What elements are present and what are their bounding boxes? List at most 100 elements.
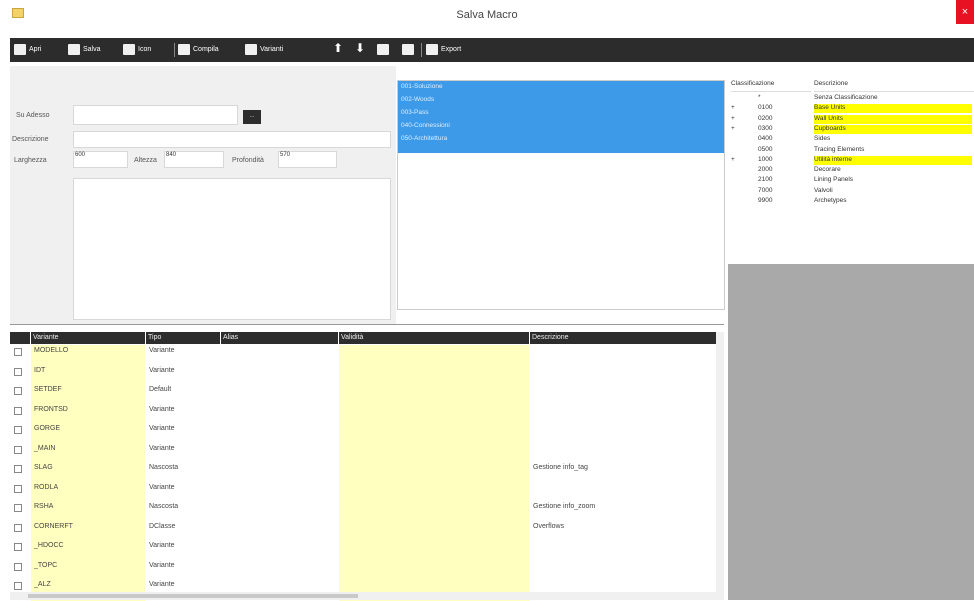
descrizione-header[interactable]: Descrizione	[530, 332, 716, 344]
table-cell-tipo[interactable]: Variante	[149, 542, 175, 549]
classification-code[interactable]: 2100	[758, 176, 772, 185]
variants-table[interactable]: Variante Tipo Alias Validità Descrizione…	[10, 324, 724, 601]
category-listbox[interactable]: 001-Soluzione 002-Woods 003-Pass 040-Con…	[397, 80, 725, 310]
compile-button[interactable]: Compila	[178, 42, 219, 58]
table-cell-tipo[interactable]: Variante	[149, 562, 175, 569]
row-checkbox[interactable]	[14, 445, 22, 454]
row-checkbox[interactable]	[14, 582, 22, 590]
variante-header[interactable]: Variante	[31, 332, 145, 344]
table-cell-variante[interactable]: _TOPC	[34, 562, 57, 569]
horizontal-scrollbar[interactable]	[10, 592, 724, 600]
table-cell-desc[interactable]: Gestione info_zoom	[533, 503, 595, 510]
row-checkbox[interactable]	[14, 426, 22, 434]
alias-header[interactable]: Alias	[221, 332, 338, 344]
row-checkbox[interactable]	[14, 484, 22, 493]
classification-code[interactable]: 0300	[758, 125, 772, 134]
table-cell-variante[interactable]: FRONTSD	[34, 406, 68, 413]
validita-header[interactable]: Validità	[339, 332, 529, 344]
row-checkbox[interactable]	[14, 348, 22, 356]
classification-description[interactable]: Cupboards	[814, 124, 972, 134]
table-cell-variante[interactable]: _HDOCC	[34, 542, 64, 549]
table-cell-tipo[interactable]: Variante	[149, 581, 175, 588]
table-cell-tipo[interactable]: Nascosta	[149, 503, 178, 510]
expand-icon[interactable]: +	[731, 125, 735, 134]
save-button[interactable]: Salva	[68, 42, 101, 58]
classification-header[interactable]: Classificazione	[731, 80, 811, 92]
table-cell-tipo[interactable]: Variante	[149, 445, 175, 452]
classification-code[interactable]: 9900	[758, 197, 772, 206]
table-cell-tipo[interactable]: Variante	[149, 425, 175, 432]
classification-description[interactable]: Decorare	[814, 166, 972, 175]
table-cell-variante[interactable]: _MAIN	[34, 445, 55, 452]
list-item[interactable]: 001-Soluzione	[401, 83, 443, 90]
table-cell-variante[interactable]: RODLA	[34, 484, 58, 491]
table-cell-desc[interactable]: Overflows	[533, 523, 564, 530]
tipo-header[interactable]: Tipo	[146, 332, 220, 344]
classification-code[interactable]: 7000	[758, 187, 772, 196]
classification-code[interactable]: 0100	[758, 104, 772, 113]
arrow-down-icon[interactable]: ⬇	[355, 41, 365, 55]
table-cell-tipo[interactable]: Variante	[149, 367, 175, 374]
table-cell-variante[interactable]: CORNERFT	[34, 523, 73, 530]
check-header[interactable]	[10, 332, 30, 344]
open-button[interactable]: Apri	[14, 42, 41, 58]
move-top-button[interactable]	[377, 42, 392, 58]
notes-textarea[interactable]	[73, 178, 391, 320]
classification-code[interactable]: 0500	[758, 146, 772, 155]
row-checkbox[interactable]	[14, 367, 22, 376]
list-item[interactable]: 002-Woods	[401, 96, 434, 103]
table-cell-tipo[interactable]: Variante	[149, 347, 175, 354]
browse-button[interactable]: ...	[243, 110, 261, 124]
expand-icon[interactable]: +	[731, 115, 735, 124]
table-cell-variante[interactable]: GORGE	[34, 425, 60, 432]
row-checkbox[interactable]	[14, 504, 22, 512]
classification-description[interactable]: Tracing Elements	[814, 146, 972, 155]
row-checkbox[interactable]	[14, 523, 22, 532]
expand-icon[interactable]: +	[731, 156, 735, 165]
classification-grid[interactable]: Classificazione Descrizione * Senza Class…	[728, 80, 974, 264]
classification-code[interactable]: 0200	[758, 115, 772, 124]
table-cell-variante[interactable]: SLAG	[34, 464, 53, 471]
table-cell-desc[interactable]: Gestione info_tag	[533, 464, 588, 471]
table-cell-tipo[interactable]: Nascosta	[149, 464, 178, 471]
row-checkbox[interactable]	[14, 543, 22, 551]
row-checkbox[interactable]	[14, 562, 22, 571]
classification-code[interactable]: 2000	[758, 166, 772, 175]
expand-icon[interactable]: +	[731, 104, 735, 113]
table-cell-tipo[interactable]: DClasse	[149, 523, 175, 530]
table-cell-tipo[interactable]: Default	[149, 386, 171, 393]
table-cell-variante[interactable]: RSHA	[34, 503, 53, 510]
row-checkbox[interactable]	[14, 406, 22, 415]
su-adesso-input[interactable]	[73, 105, 238, 125]
classification-description[interactable]: Utilità interne	[814, 155, 972, 165]
table-cell-variante[interactable]: IDT	[34, 367, 45, 374]
classification-description[interactable]: Senza Classificazione	[814, 94, 972, 103]
classification-description[interactable]: Base Units	[814, 104, 972, 114]
classification-description[interactable]: Wall Units	[814, 114, 972, 124]
classification-description[interactable]: Sides	[814, 135, 972, 144]
list-item[interactable]: 003-Pass	[401, 109, 428, 116]
table-cell-variante[interactable]: _ALZ	[34, 581, 51, 588]
profondita-input[interactable]: 570	[278, 151, 337, 168]
list-item[interactable]: 050-Architettura	[401, 135, 447, 142]
classification-code[interactable]: 1000	[758, 156, 772, 165]
export-button[interactable]: Export	[426, 42, 461, 58]
list-item[interactable]: 040-Connessioni	[401, 122, 450, 129]
icon-button[interactable]: Icon	[123, 42, 151, 58]
altezza-input[interactable]: 840	[164, 151, 224, 168]
table-cell-tipo[interactable]: Variante	[149, 406, 175, 413]
row-checkbox[interactable]	[14, 387, 22, 395]
move-bottom-button[interactable]	[402, 42, 417, 58]
classification-description[interactable]: Archetypes	[814, 197, 972, 206]
scroll-thumb[interactable]	[28, 594, 358, 598]
table-cell-variante[interactable]: SETDEF	[34, 386, 62, 393]
table-cell-variante[interactable]: MODELLO	[34, 347, 68, 354]
classification-code[interactable]: *	[758, 94, 761, 103]
arrow-up-icon[interactable]: ⬆	[333, 41, 343, 55]
table-cell-tipo[interactable]: Variante	[149, 484, 175, 491]
variants-button[interactable]: Varianti	[245, 42, 283, 58]
classification-description[interactable]: Valvoli	[814, 187, 972, 196]
descrizione-input[interactable]	[73, 131, 391, 148]
vertical-scrollbar[interactable]	[716, 332, 724, 594]
row-checkbox[interactable]	[14, 465, 22, 473]
